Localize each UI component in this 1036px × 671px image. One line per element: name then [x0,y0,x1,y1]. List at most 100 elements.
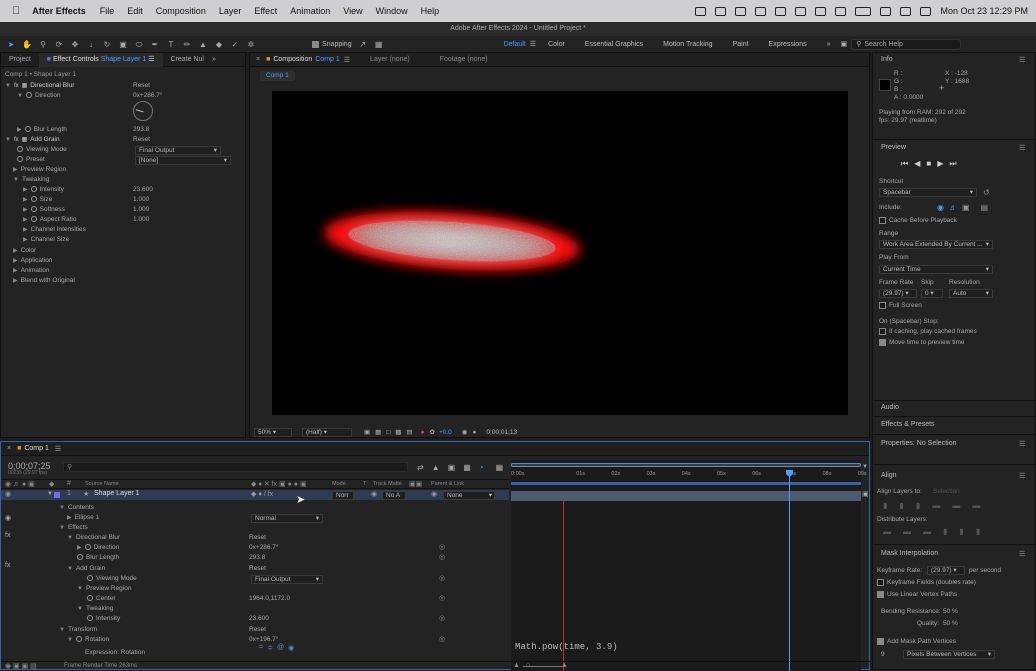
region-of-interest-icon[interactable]: ▣ [364,428,370,436]
menu-layer[interactable]: Layer [219,6,242,16]
tabs-overflow-icon[interactable]: » [212,56,216,63]
direction-dial[interactable] [133,101,153,121]
effect-dropdown-viewing-mode[interactable]: Final Output ▾ [135,146,221,155]
align-top-icon[interactable]: ▬ [932,501,940,510]
menubar-clock[interactable]: Mon Oct 23 12:29 PM [940,6,1028,16]
timeline-value-transform[interactable]: Reset [249,625,266,635]
clock-icon[interactable] [835,6,847,16]
timeline-prop-effects[interactable]: ▼ Effects [59,523,88,533]
menu-view[interactable]: View [343,6,362,16]
disclosure-triangle-icon[interactable]: ▶ [23,187,28,193]
timeline-prop-add-grain[interactable]: ▼ Add Grain [67,564,105,574]
skip-dropdown[interactable]: 0 ▾ [921,289,943,298]
expression-graph-icon[interactable]: ≑ [267,644,273,652]
effect-row-animation[interactable]: ▶ Animation [13,266,50,276]
stopwatch-icon[interactable] [84,544,91,551]
disclosure-triangle-icon[interactable]: ▼ [77,606,83,612]
align-menu-icon[interactable]: ☰ [1019,472,1025,480]
menu-animation[interactable]: Animation [290,6,330,16]
first-frame-icon[interactable]: ⏮ [901,159,908,169]
exposure-value[interactable]: +0.0 [439,429,452,436]
preview-resolution-dropdown[interactable]: Auto ▾ [949,289,993,298]
mask-visibility-icon[interactable]: □ [386,429,390,436]
effect-row-preview-region[interactable]: ▶ Preview Region [13,165,66,175]
disclosure-triangle-icon[interactable]: ▼ [59,525,65,531]
tab-footage[interactable]: Footage (none) [440,56,488,63]
zoom-out-icon[interactable]: ▲ [513,662,520,669]
align-vcenter-icon[interactable]: ▬ [952,501,960,510]
magnification-dropdown[interactable]: 50% ▾ [254,427,292,437]
footer-toggle-icons[interactable]: ◉ ▣ ▣ ▤ [5,662,37,670]
timeline-dropdown-ellipse-1[interactable]: Normal ▾ [251,514,323,523]
menu-edit[interactable]: Edit [127,6,143,16]
effect-row-add-grain[interactable]: ▼ fx ▦ Add Grain [5,135,60,145]
timeline-value-intensity[interactable]: 23.600 [249,614,269,624]
shortcut-dropdown[interactable]: Spacebar ▾ [879,188,977,197]
effect-row-size[interactable]: ▶ Size [23,195,52,205]
resolution-dropdown[interactable]: (Half) ▾ [302,427,352,437]
timeline-prop-blur-length[interactable]: Blur Length [77,553,119,563]
disclosure-triangle-icon[interactable]: ▶ [23,197,28,203]
disclosure-triangle-icon[interactable]: ▶ [13,268,18,274]
effect-dropdown-preset[interactable]: [None] ▾ [135,156,231,165]
effect-row-preset[interactable]: Preset [17,155,45,165]
linear-vertex-checkbox[interactable]: Use Linear Vertex Paths [877,590,957,600]
tab-menu-icon[interactable]: ☰ [148,56,154,63]
stopwatch-icon[interactable] [77,554,83,561]
timeline-prop-expression-rotation[interactable]: Expression: Rotation [85,648,145,658]
stopwatch-icon[interactable] [17,146,23,153]
selection-tool-icon[interactable]: ➤ [6,40,16,49]
reset-shortcut-icon[interactable]: ↺ [983,188,990,197]
layer-switches[interactable]: ◆ ♦ / fx [251,490,273,498]
workspace-paint[interactable]: Paint [733,41,749,48]
disclosure-triangle-icon[interactable]: ▼ [67,637,73,643]
fx-toggle-icon[interactable]: fx [14,137,19,143]
timeline-value-blur-length[interactable]: 293.8 [249,553,265,563]
panel-toggle-icon[interactable]: ▣ [841,40,848,48]
effect-value-softness[interactable]: 1.000 [133,205,149,215]
workspace-default[interactable]: Default [504,41,526,48]
stopwatch-icon[interactable] [87,595,93,602]
disclosure-triangle-icon[interactable]: ▶ [13,248,18,254]
pick-whip-icon[interactable]: ◎ [439,574,445,582]
layer-row-shape-layer-1[interactable]: ◉ ▼ 1 ★ Shape Layer 1 ◆ ♦ / fx Norr ◉ No… [1,490,509,500]
snap-options-icon[interactable]: ↗ [358,40,368,49]
expression-enable-icon[interactable]: = [259,644,263,652]
menu-file[interactable]: File [100,6,115,16]
effect-row-blur-length[interactable]: ▶ Blur Length [17,125,67,135]
control-center-icon[interactable] [900,6,912,16]
timeline-prop-rotation[interactable]: ▼ Rotation [67,635,109,645]
vertices-mode-dropdown[interactable]: Pixels Between Vertices ▾ [903,650,995,659]
info-menu-icon[interactable]: ☰ [1019,56,1025,64]
brush-tool-icon[interactable]: ✏ [182,40,192,49]
screen-record-icon[interactable] [735,6,747,16]
contents-visibility-icon[interactable]: ◉ [5,514,11,522]
roto-brush-tool-icon[interactable]: ✓ [230,40,240,49]
ellipse-tool-icon[interactable]: ⬭ [134,40,144,49]
effect-row-softness[interactable]: ▶ Softness [23,205,65,215]
distribute-right-icon[interactable]: ▮ [976,527,980,536]
timeline-tab-menu-icon[interactable]: ☰ [55,445,61,453]
wifi-icon[interactable] [880,6,892,16]
guides-icon[interactable]: ▤ [406,428,412,436]
disclosure-triangle-icon[interactable]: ▶ [17,127,22,133]
disclosure-triangle-icon[interactable]: ▶ [23,207,28,213]
timeline-prop-ellipse-1[interactable]: ▶ Ellipse 1 [67,513,99,523]
timeline-value-center[interactable]: 1964.0,1172.0 [249,594,290,604]
effect-row-channel-intensities[interactable]: ▶ Channel Intensities [23,225,86,235]
stopwatch-icon[interactable] [24,126,31,133]
effect-fx-icon[interactable]: fx [5,532,10,539]
effect-row-tweaking[interactable]: ▼ Tweaking [13,175,49,185]
expression-language-menu-icon[interactable]: ◉ [288,644,294,652]
stopwatch-icon[interactable] [87,615,93,622]
effect-row-directional-blur[interactable]: ▼ fx ▦ Directional Blur [5,81,74,91]
layer-mode-dropdown[interactable]: Norr [332,491,354,500]
effect-fx-icon-2[interactable]: fx [5,562,10,569]
frame-rate-dropdown[interactable]: (29.97) ▾ [879,289,917,298]
motion-blur-icon[interactable]: ◔ [479,463,484,472]
apple-icon[interactable]:  [12,5,20,17]
pick-whip-icon[interactable]: ◎ [439,543,445,551]
effect-row-channel-size[interactable]: ▶ Channel Size [23,235,69,245]
timeline-tracks[interactable]: 0:00s01s02s03s04s05s06s07s08s09s Math.po… [511,460,867,671]
snapping-checkbox[interactable] [312,40,319,48]
